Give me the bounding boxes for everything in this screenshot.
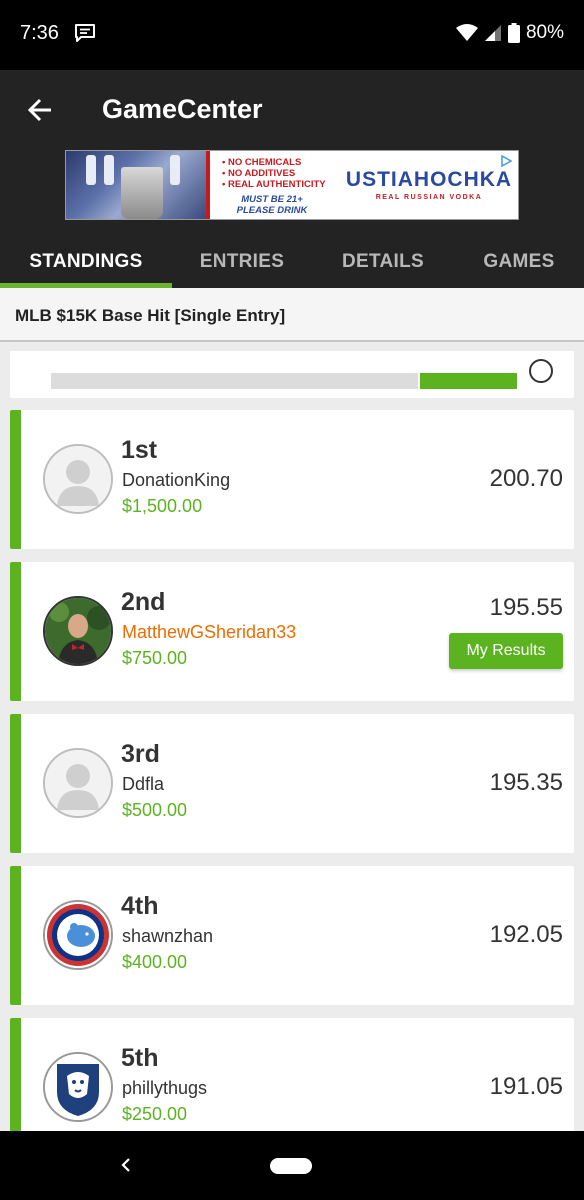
ad-copy: • NO CHEMICALS • NO ADDITIVES • REAL AUT… bbox=[210, 151, 340, 219]
my-results-button[interactable]: My Results bbox=[449, 633, 563, 669]
score: 200.70 bbox=[489, 465, 563, 492]
ad-banner[interactable]: • NO CHEMICALS • NO ADDITIVES • REAL AUT… bbox=[65, 150, 519, 220]
progress-card bbox=[10, 351, 574, 398]
username: Ddfla bbox=[122, 774, 165, 794]
prize: $750.00 bbox=[122, 648, 188, 668]
ad-age-notice: MUST BE 21+ bbox=[241, 194, 303, 205]
nav-home-button[interactable] bbox=[270, 1158, 312, 1174]
rank: 1st bbox=[121, 436, 158, 464]
status-bar: 7:36 80% bbox=[0, 0, 584, 70]
message-notification-icon bbox=[75, 24, 95, 42]
ad-brand: USTIAHOCHKA REAL RUSSIAN VODKA bbox=[340, 151, 518, 219]
back-button[interactable] bbox=[22, 92, 58, 128]
progress-handle[interactable] bbox=[529, 359, 553, 383]
page-title: GameCenter bbox=[102, 94, 263, 124]
signal-icon bbox=[484, 25, 501, 41]
standing-row[interactable]: 4th shawnzhan $400.00 192.05 bbox=[10, 866, 574, 1005]
rank: 4th bbox=[121, 892, 159, 920]
default-user-icon bbox=[45, 446, 111, 512]
tab-games[interactable]: GAMES bbox=[454, 236, 584, 288]
status-indicators: 80% bbox=[455, 22, 564, 44]
avatar bbox=[43, 1052, 113, 1122]
battery-percent: 80% bbox=[525, 22, 564, 43]
rank: 5th bbox=[121, 1044, 159, 1072]
score: 195.55 bbox=[489, 594, 563, 621]
progress-fill bbox=[420, 373, 517, 389]
system-nav-bar bbox=[0, 1131, 584, 1200]
status-time: 7:36 bbox=[20, 22, 59, 44]
prize: $1,500.00 bbox=[122, 496, 203, 516]
avatar bbox=[43, 748, 113, 818]
standing-row[interactable]: 3rd Ddfla $500.00 195.35 bbox=[10, 714, 574, 853]
tab-standings[interactable]: STANDINGS bbox=[0, 236, 172, 288]
score: 192.05 bbox=[489, 921, 563, 948]
wifi-icon bbox=[455, 24, 478, 41]
contest-header: MLB $15K Base Hit [Single Entry] bbox=[0, 288, 584, 342]
rank: 2nd bbox=[121, 588, 166, 616]
username: DonationKing bbox=[122, 470, 231, 490]
ad-brand-name: USTIAHOCHKA bbox=[345, 167, 513, 191]
default-user-icon bbox=[45, 750, 111, 816]
ad-line: • NO ADDITIVES bbox=[222, 168, 296, 179]
standing-row[interactable]: 1st DonationKing $1,500.00 200.70 bbox=[10, 410, 574, 549]
tab-entries[interactable]: ENTRIES bbox=[172, 236, 312, 288]
nav-back-icon[interactable] bbox=[116, 1155, 136, 1175]
avatar bbox=[43, 444, 113, 514]
score: 195.35 bbox=[489, 769, 563, 796]
ad-line: • NO CHEMICALS bbox=[222, 157, 302, 168]
ad-line: • REAL AUTHENTICITY bbox=[222, 179, 326, 190]
standing-row-current-user[interactable]: 2nd MatthewGSheridan33 $750.00 195.55 My… bbox=[10, 562, 574, 701]
username: shawnzhan bbox=[122, 926, 214, 946]
app-bar: GameCenter • NO CHEMICALS • NO ADDITIVES… bbox=[0, 70, 584, 288]
ad-product-image bbox=[66, 151, 206, 219]
username: MatthewGSheridan33 bbox=[122, 622, 297, 642]
score: 191.05 bbox=[489, 1073, 563, 1100]
ad-choices-icon[interactable] bbox=[500, 155, 512, 167]
ad-tagline: REAL RUSSIAN VODKA bbox=[375, 193, 483, 201]
avatar bbox=[43, 596, 113, 666]
avatar bbox=[43, 900, 113, 970]
rank: 3rd bbox=[121, 740, 160, 768]
contest-title: MLB $15K Base Hit [Single Entry] bbox=[15, 306, 286, 325]
tab-bar: STANDINGS ENTRIES DETAILS GAMES bbox=[0, 236, 584, 288]
user-photo-icon bbox=[45, 598, 111, 664]
battery-icon bbox=[507, 23, 520, 43]
penn-state-logo-icon bbox=[45, 1054, 111, 1120]
cubs-logo-icon bbox=[45, 902, 111, 968]
ad-drink-notice: PLEASE DRINK bbox=[236, 205, 308, 216]
standings-list: 1st DonationKing $1,500.00 200.70 2nd Ma… bbox=[10, 410, 574, 1170]
prize: $250.00 bbox=[122, 1104, 188, 1124]
prize: $400.00 bbox=[122, 952, 188, 972]
username: phillythugs bbox=[122, 1078, 208, 1098]
arrow-back-icon bbox=[27, 98, 51, 122]
progress-track bbox=[51, 373, 418, 389]
prize: $500.00 bbox=[122, 800, 188, 820]
tab-details[interactable]: DETAILS bbox=[312, 236, 454, 288]
